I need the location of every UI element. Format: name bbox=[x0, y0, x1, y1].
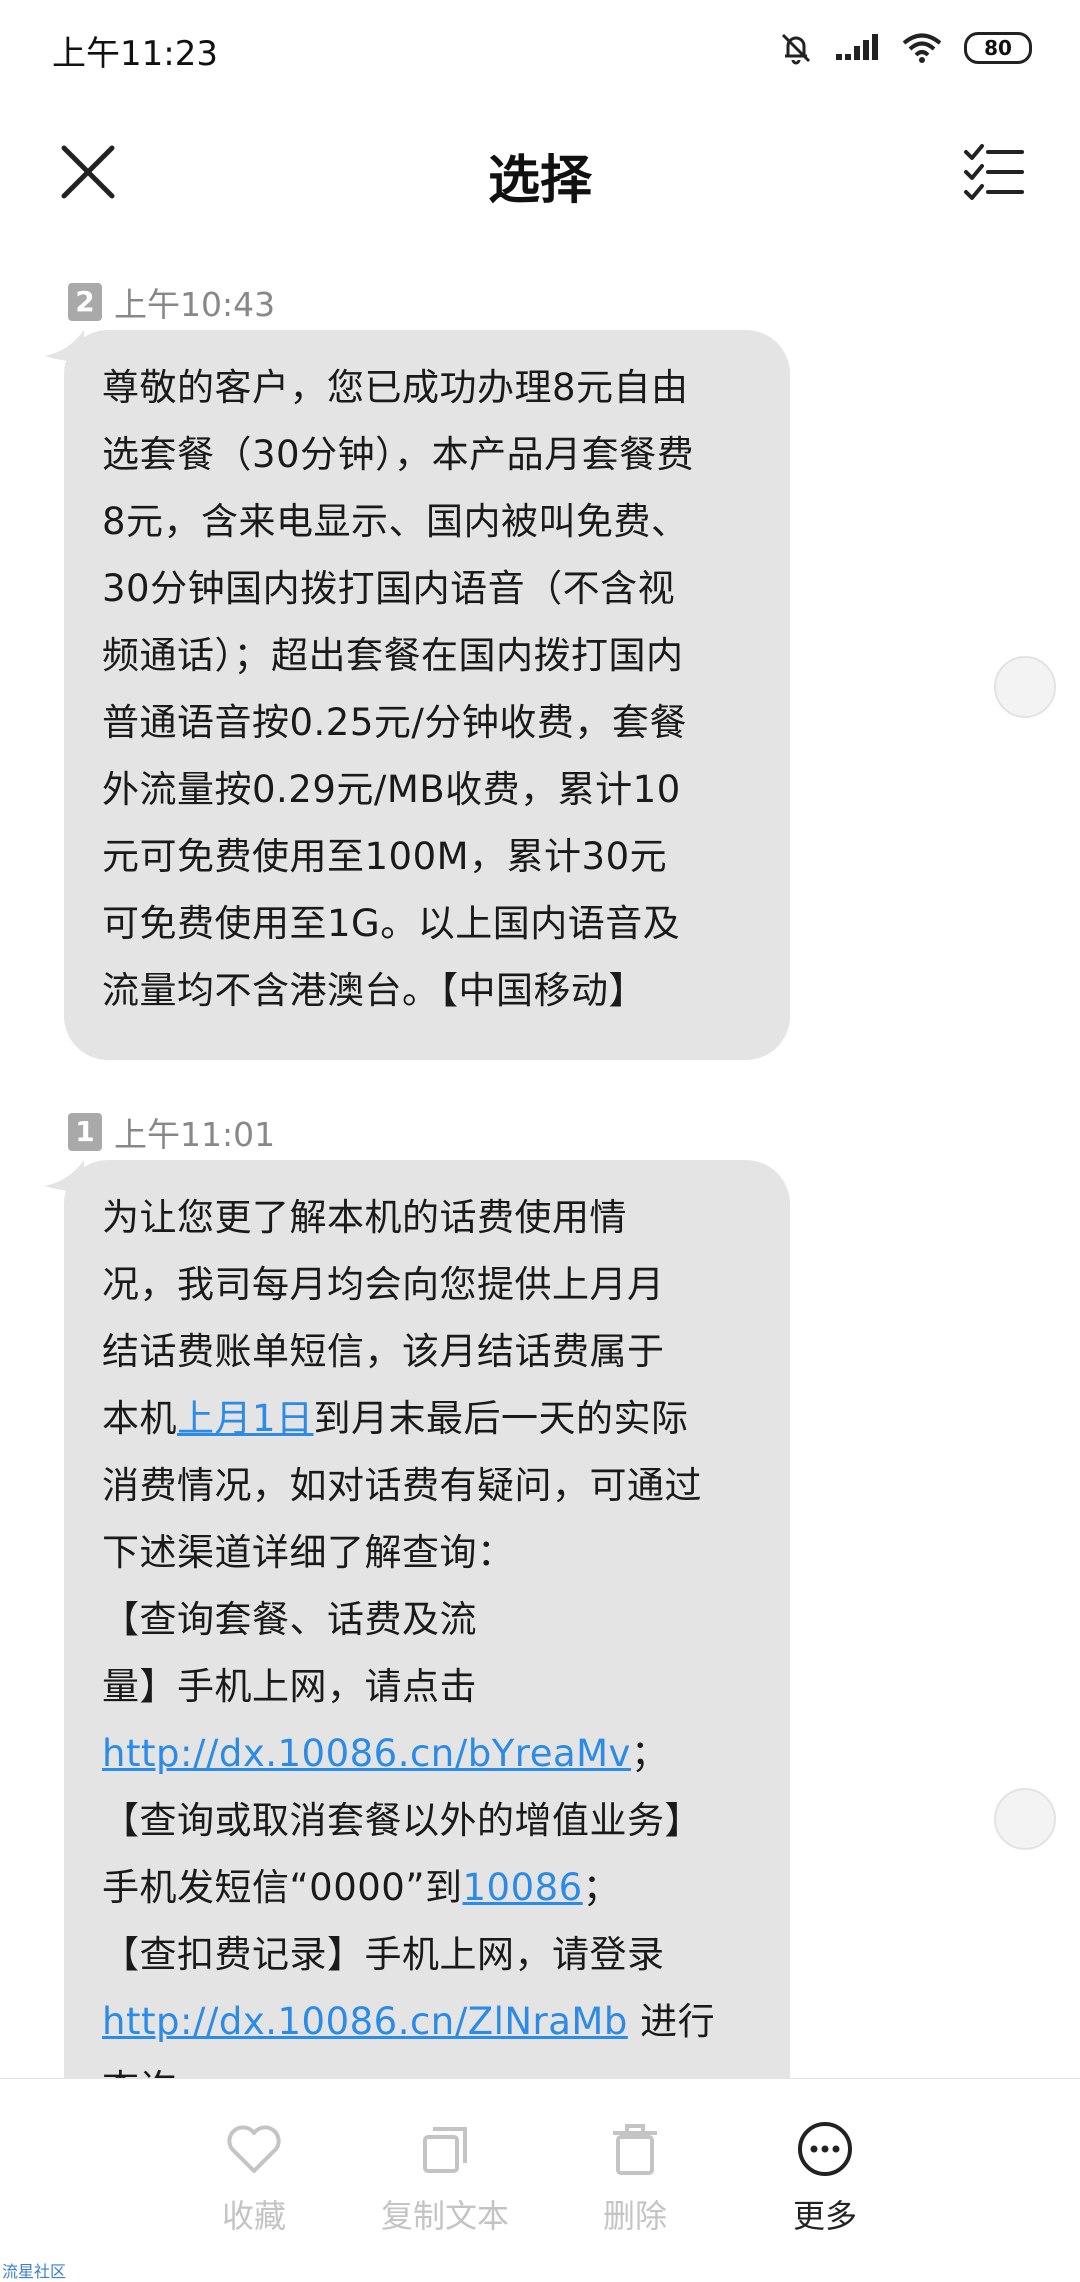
favorite-button[interactable]: 收藏 bbox=[154, 2119, 354, 2237]
heart-icon bbox=[227, 2125, 281, 2173]
favorite-label: 收藏 bbox=[221, 2197, 286, 2235]
phone-link[interactable]: 10086 bbox=[463, 1866, 583, 1909]
sim-badge: 2 bbox=[68, 283, 102, 321]
message-line: 尊敬的客户，您已成功办理8元自由 bbox=[102, 366, 689, 409]
message-text: ； bbox=[630, 1732, 669, 1775]
message-text: 手机发短信“0000”到 bbox=[102, 1866, 463, 1909]
message-line: 手机发短信“0000”到10086； bbox=[102, 1854, 754, 1921]
message-bubble[interactable]: 尊敬的客户，您已成功办理8元自由 选套餐（30分钟），本产品月套餐费 8元，含来… bbox=[64, 330, 790, 1060]
status-time: 上午11:23 bbox=[52, 34, 218, 74]
message-line: 普通语音按0.25元/分钟收费，套餐 bbox=[102, 701, 687, 744]
message-line: 下述渠道详细了解查询： bbox=[102, 1531, 515, 1574]
message-text: 本机 bbox=[102, 1397, 177, 1440]
message-meta: 1 上午11:01 bbox=[68, 1108, 275, 1156]
message-line: http://dx.10086.cn/bYreaMv； bbox=[102, 1720, 754, 1787]
message-line: 为让您更了解本机的话费使用情 bbox=[102, 1196, 627, 1239]
message-line: http://dx.10086.cn/ZlNraMb 进行 bbox=[102, 1988, 754, 2055]
url-link[interactable]: http://dx.10086.cn/ZlNraMb bbox=[102, 2000, 628, 2043]
message-line: 30分钟国内拨打国内语音（不含视 bbox=[102, 567, 676, 610]
message-line: 结话费账单短信，该月结话费属于 bbox=[102, 1330, 665, 1373]
sim-badge: 1 bbox=[68, 1113, 102, 1151]
select-checkbox[interactable] bbox=[994, 656, 1056, 718]
message-line: 【查询套餐、话费及流 bbox=[102, 1598, 477, 1641]
delete-button[interactable]: 删除 bbox=[535, 2119, 735, 2237]
message-line: 消费情况，如对话费有疑问，可通过 bbox=[102, 1464, 702, 1507]
wifi-icon bbox=[902, 33, 942, 63]
date-link[interactable]: 上月1日 bbox=[177, 1397, 314, 1440]
message-meta: 2 上午10:43 bbox=[68, 278, 275, 326]
battery-icon: 80 bbox=[964, 32, 1032, 64]
message-line: 流量均不含港澳台。【中国移动】 bbox=[102, 969, 646, 1012]
message-text: 进行 bbox=[627, 2000, 716, 2043]
message-line: 查询 bbox=[102, 2055, 754, 2080]
message-line: 8元，含来电显示、国内被叫免费、 bbox=[102, 500, 689, 543]
delete-label: 删除 bbox=[602, 2197, 667, 2235]
watermark: 流星社区 bbox=[2, 2262, 67, 2281]
action-bar: 收藏 复制文本 删除 更多 bbox=[0, 2078, 1080, 2281]
message-line: 可免费使用至1G。以上国内语音及 bbox=[102, 902, 681, 945]
message-line: 【查询或取消套餐以外的增值业务】 bbox=[102, 1799, 702, 1842]
message-line: 元可免费使用至100M，累计30元 bbox=[102, 835, 668, 878]
message-line: 【查扣费记录】手机上网，请登录 bbox=[102, 1933, 665, 1976]
page-title: 选择 bbox=[487, 151, 592, 211]
header: 选择 bbox=[0, 110, 1080, 230]
more-button[interactable]: 更多 bbox=[725, 2119, 925, 2237]
message-line: 频通话）；超出套餐在国内拨打国内 bbox=[102, 634, 684, 677]
message-time: 上午11:01 bbox=[114, 1115, 276, 1154]
message-line: 本机上月1日到月末最后一天的实际 bbox=[102, 1385, 754, 1452]
status-bar: 上午11:23 80 bbox=[0, 0, 1080, 96]
trash-icon bbox=[613, 2124, 657, 2175]
message-list[interactable]: 2 上午10:43 尊敬的客户，您已成功办理8元自由 选套餐（30分钟），本产品… bbox=[0, 230, 1080, 2080]
message-text: 到月末最后一天的实际 bbox=[313, 1397, 689, 1440]
message-line: 况，我司每月均会向您提供上月月 bbox=[102, 1263, 665, 1306]
message-time: 上午10:43 bbox=[114, 285, 276, 324]
more-icon bbox=[798, 2122, 852, 2176]
signal-icon bbox=[836, 34, 878, 60]
url-link[interactable]: http://dx.10086.cn/bYreaMv bbox=[102, 1732, 631, 1775]
message-line: 选套餐（30分钟），本产品月套餐费 bbox=[102, 433, 695, 476]
checklist-icon[interactable] bbox=[962, 140, 1026, 204]
message-text: ； bbox=[582, 1866, 621, 1909]
copy-text-button[interactable]: 复制文本 bbox=[345, 2119, 545, 2237]
message-line: 量】手机上网，请点击 bbox=[102, 1665, 477, 1708]
status-icons: 80 bbox=[778, 28, 1032, 68]
more-label: 更多 bbox=[792, 2197, 857, 2235]
message-line: 外流量按0.29元/MB收费，累计10 bbox=[102, 768, 681, 811]
copy-text-label: 复制文本 bbox=[380, 2197, 509, 2235]
mute-bell-icon bbox=[781, 33, 811, 65]
select-checkbox[interactable] bbox=[994, 1788, 1056, 1850]
message-bubble[interactable]: 为让您更了解本机的话费使用情 况，我司每月均会向您提供上月月 结话费账单短信，该… bbox=[64, 1160, 790, 2080]
copy-icon bbox=[423, 2127, 467, 2173]
